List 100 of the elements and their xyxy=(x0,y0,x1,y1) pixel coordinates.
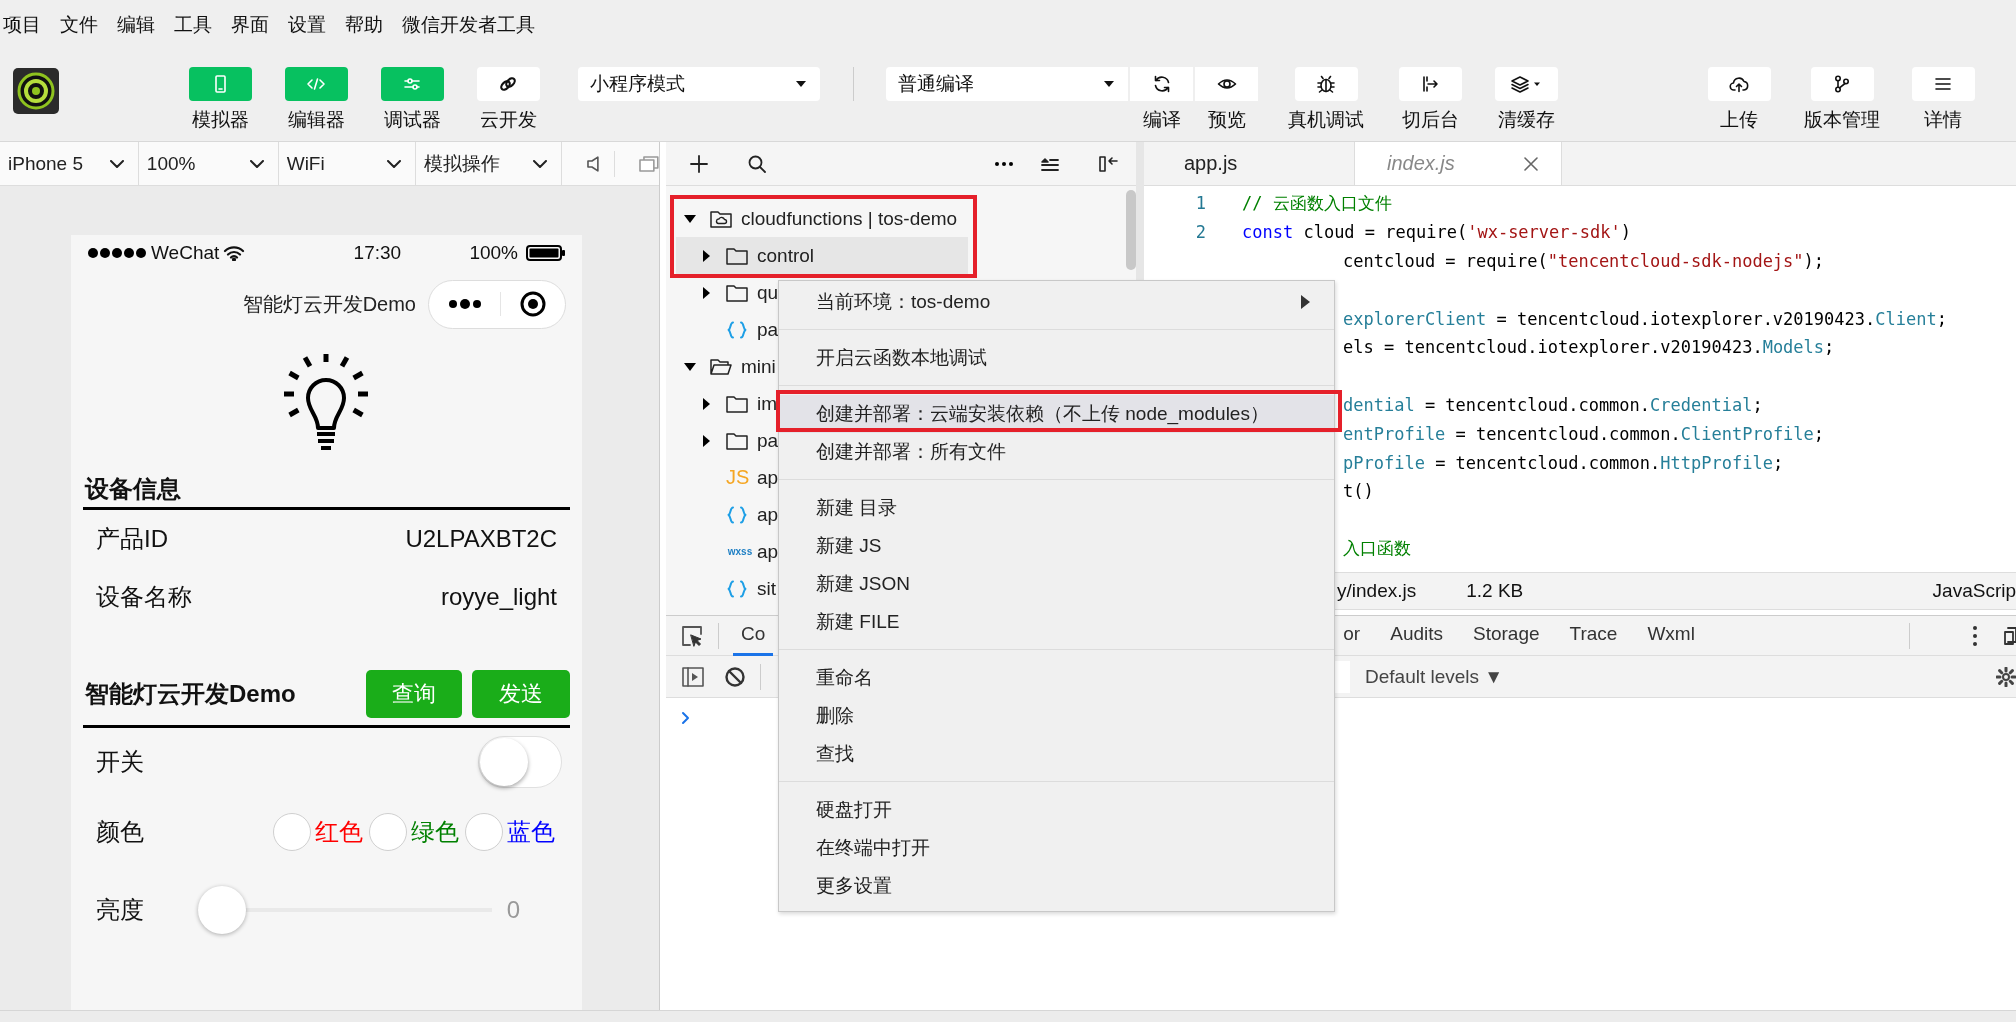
collapsed-arrow-icon[interactable] xyxy=(700,397,712,410)
toolbar-label: 云开发 xyxy=(479,108,537,132)
toggle-switch[interactable] xyxy=(478,736,562,788)
speaker-icon[interactable] xyxy=(586,154,601,173)
menu-item[interactable]: 更多设置 xyxy=(779,867,1334,905)
menu-item[interactable]: 文件 xyxy=(60,12,98,38)
menu-item[interactable]: 查找 xyxy=(779,735,1334,773)
close-target-icon[interactable] xyxy=(519,291,546,317)
toolbar-label: 详情 xyxy=(1924,108,1962,132)
menu-item[interactable]: 删除 xyxy=(779,697,1334,735)
search-icon[interactable] xyxy=(747,153,767,174)
scrollbar[interactable] xyxy=(1126,190,1136,270)
settings-icon[interactable] xyxy=(1996,666,2016,687)
radio-button[interactable] xyxy=(369,813,407,851)
menu-item[interactable]: 重命名 xyxy=(779,659,1334,697)
chevron-down-icon xyxy=(249,159,264,168)
close-icon[interactable] xyxy=(1523,155,1539,172)
menu-item[interactable]: 界面 xyxy=(231,12,269,38)
radio-label: 绿色 xyxy=(411,817,459,847)
cloud-dev-button[interactable] xyxy=(476,67,540,101)
collapsed-arrow-icon[interactable] xyxy=(700,249,712,262)
expanded-arrow-icon[interactable] xyxy=(684,360,696,373)
link-icon xyxy=(498,74,518,94)
bug-icon xyxy=(1316,74,1336,94)
expanded-arrow-icon[interactable] xyxy=(684,212,696,225)
preview-button[interactable] xyxy=(1195,67,1258,101)
section-heading: 智能灯云开发Demo xyxy=(85,679,297,709)
tree-item[interactable]: mini xyxy=(676,348,780,385)
block-icon[interactable] xyxy=(724,665,746,688)
battery-label: 100% xyxy=(469,242,518,264)
menu-item[interactable]: 项目 xyxy=(3,12,41,38)
tree-item[interactable]: im xyxy=(676,385,782,422)
field-label: 设备名称 xyxy=(96,582,192,612)
battery-icon xyxy=(526,245,566,261)
status-text: JavaScrip xyxy=(1932,580,2016,602)
panel-tab[interactable]: Wxml xyxy=(1639,615,1703,656)
device-select[interactable]: 模拟操作 xyxy=(415,141,563,186)
collapsed-arrow-icon[interactable] xyxy=(700,286,712,299)
more-icon[interactable] xyxy=(994,160,1014,167)
slider-thumb[interactable] xyxy=(198,886,246,934)
chevron-down-icon xyxy=(386,159,401,168)
panel-tab[interactable]: Storage xyxy=(1465,615,1548,656)
toolbar-label: 编辑器 xyxy=(287,108,345,132)
toolbar-label: 切后台 xyxy=(1401,108,1459,132)
toolbar-label: 预览 xyxy=(1207,108,1246,132)
split-icon[interactable] xyxy=(1098,153,1118,174)
mode-select[interactable]: 小程序模式 xyxy=(578,67,820,101)
status-text: 1.2 KB xyxy=(1466,580,1524,602)
field-value: U2LPAXBT2C xyxy=(405,525,557,553)
braces-icon xyxy=(726,320,748,339)
inspect-cursor-icon[interactable] xyxy=(680,623,704,648)
device-select[interactable]: iPhone 5 xyxy=(0,141,139,186)
levels-dropdown[interactable]: Default levels ▼ xyxy=(1365,665,1504,688)
menu-item[interactable]: 编辑 xyxy=(117,12,155,38)
cloud-folder-icon xyxy=(710,209,732,228)
select-value: 100% xyxy=(146,152,196,175)
compile-button[interactable] xyxy=(1130,67,1193,101)
background-button[interactable] xyxy=(1398,67,1462,101)
menu-item[interactable]: 新建 FILE xyxy=(779,603,1334,641)
dock-icon[interactable] xyxy=(2004,625,2016,646)
radio-button[interactable] xyxy=(273,813,311,851)
field-label: 颜色 xyxy=(96,817,144,847)
toolbar-label: 调试器 xyxy=(383,108,441,132)
menu-item[interactable]: 微信开发者工具 xyxy=(402,12,535,38)
toolbar-label: 上传 xyxy=(1720,108,1758,132)
menu-item[interactable]: 工具 xyxy=(174,12,212,38)
version-button[interactable] xyxy=(1810,67,1874,101)
slider-value: 0 xyxy=(506,896,520,924)
section-heading: 设备信息 xyxy=(83,452,570,510)
menu-item[interactable]: 在终端中打开 xyxy=(779,829,1334,867)
device-select[interactable]: 100% xyxy=(138,141,279,186)
line-number: 1 xyxy=(1194,193,1206,214)
upload-button[interactable] xyxy=(1707,67,1771,101)
panel-tab[interactable]: Audits xyxy=(1382,615,1451,656)
more-dots-icon[interactable] xyxy=(448,298,483,310)
collapsed-arrow-icon[interactable] xyxy=(700,434,712,447)
sidebar-toggle-icon[interactable] xyxy=(682,666,704,687)
field-label: 亮度 xyxy=(96,895,144,925)
kebab-menu-icon[interactable] xyxy=(1972,624,1978,647)
tree-item[interactable]: control xyxy=(676,237,968,274)
radio-button[interactable] xyxy=(465,813,503,851)
menu-item[interactable]: 设置 xyxy=(288,12,326,38)
open-folder-icon xyxy=(710,357,732,376)
tree-item[interactable]: sit xyxy=(676,570,780,607)
menu-item[interactable]: 硬盘打开 xyxy=(779,791,1334,829)
details-button[interactable] xyxy=(1911,67,1975,101)
real-device-debug-button[interactable] xyxy=(1294,67,1358,101)
window-icon[interactable] xyxy=(639,155,659,172)
panel-tab[interactable]: or xyxy=(1335,615,1369,656)
compile-select[interactable]: 普通编译 xyxy=(886,67,1128,101)
menu-item[interactable]: 帮助 xyxy=(345,12,383,38)
tree-item[interactable]: cloudfunctions | tos-demo xyxy=(676,200,962,237)
device-select[interactable]: WiFi xyxy=(278,141,416,186)
clear-cache-button[interactable] xyxy=(1494,67,1558,101)
collapse-icon[interactable] xyxy=(1040,155,1060,172)
panel-tab[interactable]: Trace xyxy=(1561,615,1626,656)
plus-icon[interactable] xyxy=(689,153,709,174)
file-tab[interactable]: index.js xyxy=(1355,142,1562,185)
toolbar-label: 编译 xyxy=(1142,108,1181,132)
capsule-button[interactable] xyxy=(428,279,566,329)
